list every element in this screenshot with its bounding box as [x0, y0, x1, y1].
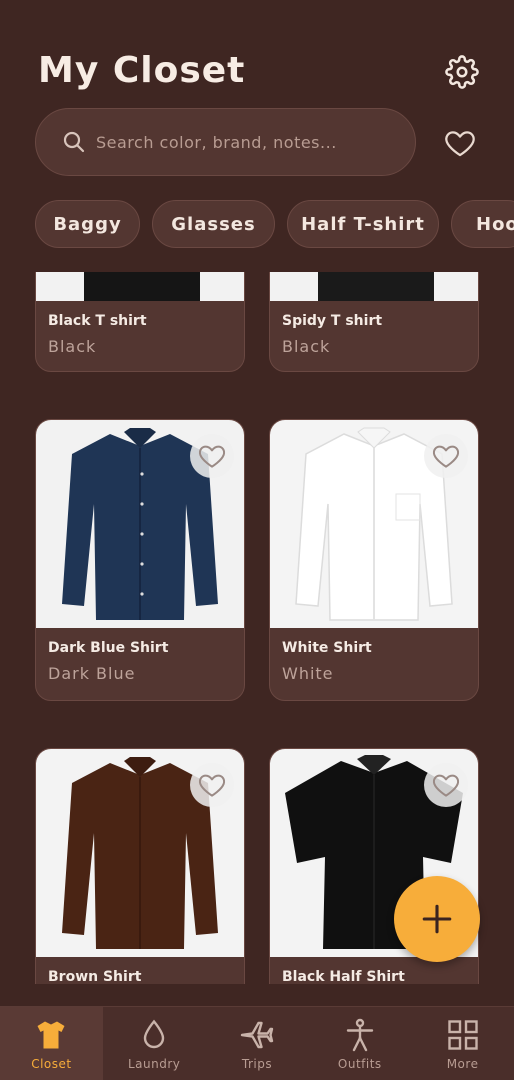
tab-label: Laundry	[127, 1057, 181, 1071]
favorites-filter-button[interactable]	[440, 123, 480, 163]
tab-laundry[interactable]: Laundry	[103, 1007, 206, 1080]
item-name: Spidy T shirt	[282, 313, 383, 329]
item-card[interactable]: Dark Blue Shirt Dark Blue	[35, 419, 245, 701]
tab-trips[interactable]: Trips	[206, 1007, 309, 1080]
item-color: White	[282, 664, 334, 683]
item-name: Dark Blue Shirt	[48, 640, 169, 656]
item-image	[270, 420, 478, 628]
person-icon	[346, 1018, 373, 1052]
item-card[interactable]: Spidy T shirt Black	[269, 272, 479, 372]
item-name: Black Half Shirt	[282, 969, 405, 984]
search-placeholder: Search color, brand, notes...	[96, 132, 337, 152]
airplane-icon	[240, 1021, 274, 1049]
heart-icon	[198, 774, 226, 797]
tab-closet[interactable]: Closet	[0, 1007, 103, 1080]
item-card[interactable]: White Shirt White	[269, 419, 479, 701]
tshirt-icon	[37, 1021, 65, 1049]
grid-icon	[447, 1020, 478, 1050]
page-title: My Closet	[38, 50, 246, 91]
heart-icon	[198, 445, 226, 468]
plus-icon	[422, 904, 452, 934]
item-color: Black	[48, 337, 97, 356]
bottom-tab-bar: Closet Laundry Trips Outfits More	[0, 1006, 514, 1080]
category-chips: Baggy Glasses Half T-shirt Hoo	[35, 200, 514, 250]
item-name: White Shirt	[282, 640, 372, 656]
item-image	[36, 749, 244, 957]
item-image	[36, 420, 244, 628]
tab-label: More	[446, 1057, 479, 1071]
item-card[interactable]: Black T shirt Black	[35, 272, 245, 372]
chip-half-tshirt[interactable]: Half T-shirt	[287, 200, 439, 248]
search-icon	[63, 131, 85, 153]
item-color: Dark Blue	[48, 664, 136, 683]
item-image	[270, 272, 478, 301]
tab-outfits[interactable]: Outfits	[308, 1007, 411, 1080]
favorite-button[interactable]	[190, 763, 234, 807]
tab-label: Trips	[241, 1057, 273, 1071]
heart-icon	[432, 774, 460, 797]
water-drop-icon	[143, 1019, 165, 1049]
chip-baggy[interactable]: Baggy	[35, 200, 140, 248]
favorite-button[interactable]	[424, 763, 468, 807]
favorite-button[interactable]	[190, 434, 234, 478]
heart-icon	[445, 131, 475, 157]
gear-icon	[445, 55, 479, 89]
chip-glasses[interactable]: Glasses	[152, 200, 275, 248]
item-color: Black	[282, 337, 331, 356]
favorite-button[interactable]	[424, 434, 468, 478]
tab-label: Outfits	[337, 1057, 382, 1071]
tab-label: Closet	[31, 1057, 72, 1071]
chip-hoodie[interactable]: Hoo	[451, 200, 514, 248]
item-name: Brown Shirt	[48, 969, 142, 984]
add-item-button[interactable]	[394, 876, 480, 962]
item-name: Black T shirt	[48, 313, 147, 329]
settings-button[interactable]	[444, 54, 480, 90]
item-image	[36, 272, 244, 301]
search-input[interactable]: Search color, brand, notes...	[35, 108, 416, 176]
heart-icon	[432, 445, 460, 468]
item-card[interactable]: Brown Shirt	[35, 748, 245, 984]
tab-more[interactable]: More	[411, 1007, 514, 1080]
